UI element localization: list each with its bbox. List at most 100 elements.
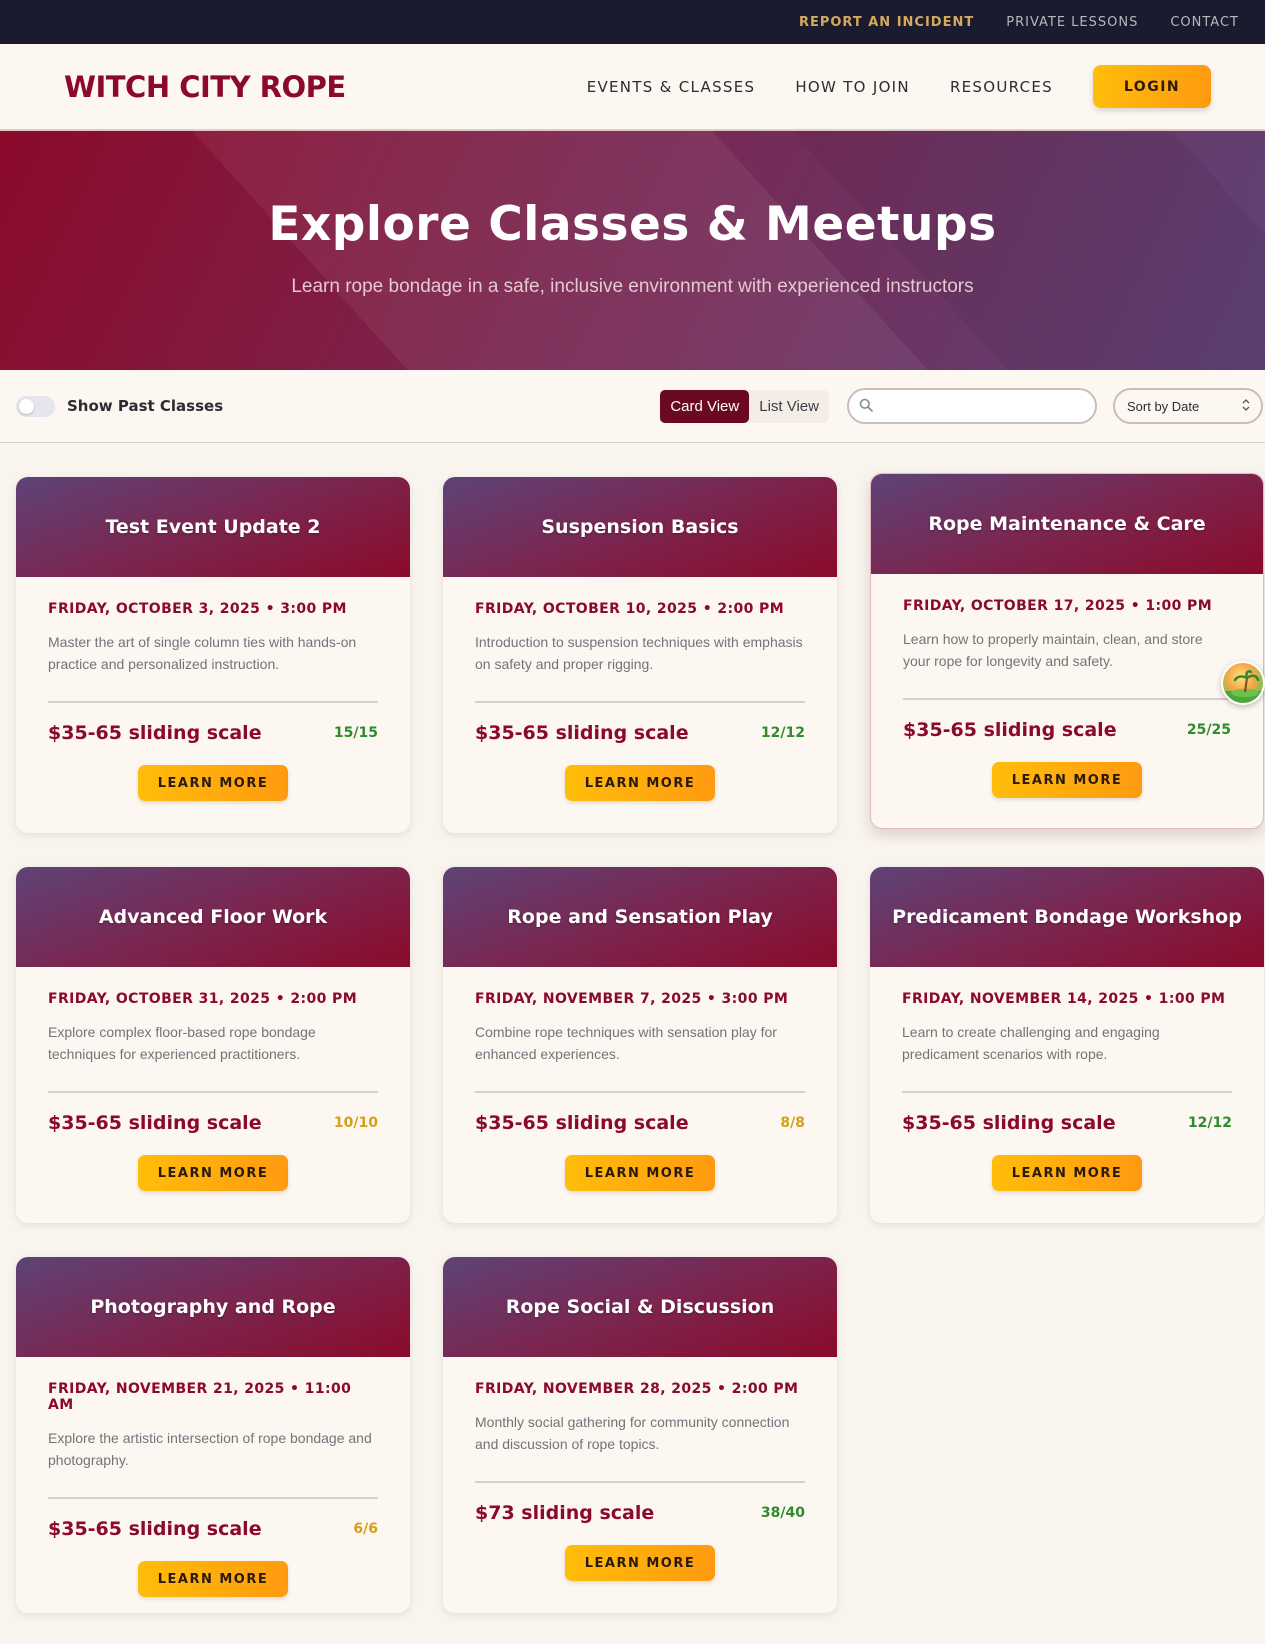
event-date: FRIDAY, OCTOBER 17, 2025 • 1:00 PM: [903, 598, 1213, 614]
event-price-row: $35-65 sliding scale 8/8: [475, 1112, 805, 1134]
contact-link[interactable]: CONTACT: [1170, 15, 1239, 30]
event-price-row: $35-65 sliding scale 12/12: [902, 1112, 1232, 1134]
event-card[interactable]: Test Event Update 2 FRIDAY, OCTOBER 3, 2…: [16, 477, 410, 833]
page-title: Explore Classes & Meetups: [268, 197, 997, 252]
learn-more-button[interactable]: LEARN MORE: [565, 765, 715, 801]
report-incident-link[interactable]: REPORT AN INCIDENT: [799, 15, 974, 30]
event-card-title: Rope and Sensation Play: [443, 867, 837, 967]
card-view-button[interactable]: Card View: [660, 389, 750, 423]
event-card-title: Suspension Basics: [443, 477, 837, 577]
event-price-row: $35-65 sliding scale 6/6: [48, 1518, 378, 1540]
search-box: [847, 388, 1097, 424]
event-capacity: 25/25: [1186, 722, 1231, 738]
login-button[interactable]: LOGIN: [1093, 65, 1211, 108]
list-view-button[interactable]: List View: [749, 390, 829, 423]
event-card-body: FRIDAY, NOVEMBER 7, 2025 • 3:00 PM Combi…: [443, 967, 837, 1191]
assistant-avatar-icon[interactable]: [1221, 661, 1265, 705]
event-card[interactable]: Rope and Sensation Play FRIDAY, NOVEMBER…: [443, 867, 837, 1223]
event-price: $35-65 sliding scale: [48, 1518, 262, 1540]
event-card[interactable]: Advanced Floor Work FRIDAY, OCTOBER 31, …: [16, 867, 410, 1223]
event-capacity: 15/15: [333, 725, 378, 741]
search-icon: [859, 397, 873, 416]
event-card[interactable]: Photography and Rope FRIDAY, NOVEMBER 21…: [16, 1257, 410, 1613]
event-description: Learn to create challenging and engaging…: [902, 1024, 1160, 1062]
event-price-row: $35-65 sliding scale 25/25: [903, 719, 1231, 741]
private-lessons-link[interactable]: PRIVATE LESSONS: [1006, 15, 1138, 30]
event-capacity: 12/12: [1187, 1115, 1232, 1131]
event-price-row: $73 sliding scale 38/40: [475, 1502, 805, 1524]
event-card-body: FRIDAY, OCTOBER 3, 2025 • 3:00 PM Master…: [16, 577, 410, 801]
event-card-body: FRIDAY, OCTOBER 17, 2025 • 1:00 PM Learn…: [871, 574, 1263, 798]
filter-bar: Show Past Classes Card View List View So…: [0, 370, 1265, 443]
event-card[interactable]: Predicament Bondage Workshop FRIDAY, NOV…: [870, 867, 1264, 1223]
event-price: $35-65 sliding scale: [902, 1112, 1116, 1134]
learn-more-button[interactable]: LEARN MORE: [992, 762, 1142, 798]
learn-more-button[interactable]: LEARN MORE: [565, 1545, 715, 1581]
event-capacity: 6/6: [353, 1521, 378, 1537]
event-price: $35-65 sliding scale: [48, 722, 262, 744]
card-divider: [48, 1091, 378, 1093]
event-card-body: FRIDAY, NOVEMBER 28, 2025 • 2:00 PM Mont…: [443, 1357, 837, 1581]
event-card-title: Predicament Bondage Workshop: [870, 867, 1264, 967]
event-description: Explore complex floor-based rope bondage…: [48, 1024, 316, 1062]
event-description: Introduction to suspension techniques wi…: [475, 634, 803, 672]
event-card-grid: Test Event Update 2 FRIDAY, OCTOBER 3, 2…: [16, 473, 1265, 1613]
learn-more-button[interactable]: LEARN MORE: [138, 765, 288, 801]
card-divider: [475, 701, 805, 703]
event-card-title: Photography and Rope: [16, 1257, 410, 1357]
nav-how-to-join[interactable]: HOW TO JOIN: [795, 78, 910, 96]
event-description: Learn how to properly maintain, clean, a…: [903, 631, 1203, 669]
event-date: FRIDAY, NOVEMBER 28, 2025 • 2:00 PM: [475, 1381, 799, 1397]
event-card-body: FRIDAY, OCTOBER 10, 2025 • 2:00 PM Intro…: [443, 577, 837, 801]
event-card[interactable]: Suspension Basics FRIDAY, OCTOBER 10, 20…: [443, 477, 837, 833]
event-price: $35-65 sliding scale: [48, 1112, 262, 1134]
event-date: FRIDAY, NOVEMBER 7, 2025 • 3:00 PM: [475, 991, 789, 1007]
event-card[interactable]: Rope Maintenance & Care FRIDAY, OCTOBER …: [870, 473, 1264, 829]
event-date: FRIDAY, OCTOBER 10, 2025 • 2:00 PM: [475, 601, 785, 617]
search-input[interactable]: [879, 392, 1079, 420]
toggle-knob: [19, 398, 34, 414]
event-price-row: $35-65 sliding scale 10/10: [48, 1112, 378, 1134]
show-past-toggle[interactable]: [16, 395, 55, 417]
card-divider: [475, 1091, 805, 1093]
learn-more-button[interactable]: LEARN MORE: [565, 1155, 715, 1191]
event-price: $35-65 sliding scale: [475, 1112, 689, 1134]
event-card[interactable]: Rope Social & Discussion FRIDAY, NOVEMBE…: [443, 1257, 837, 1613]
card-divider: [48, 1497, 378, 1499]
page-subtitle: Learn rope bondage in a safe, inclusive …: [291, 276, 974, 297]
chevron-updown-icon: [1241, 398, 1251, 415]
main-nav: EVENTS & CLASSES HOW TO JOIN RESOURCES L…: [587, 65, 1211, 108]
event-card-body: FRIDAY, NOVEMBER 21, 2025 • 11:00 AM Exp…: [16, 1357, 410, 1597]
event-price: $35-65 sliding scale: [475, 722, 689, 744]
event-date: FRIDAY, NOVEMBER 14, 2025 • 1:00 PM: [902, 991, 1226, 1007]
learn-more-button[interactable]: LEARN MORE: [992, 1155, 1142, 1191]
event-date: FRIDAY, NOVEMBER 21, 2025 • 11:00 AM: [48, 1381, 352, 1413]
site-logo[interactable]: WITCH CITY ROPE: [64, 70, 346, 104]
card-divider: [475, 1481, 805, 1483]
event-description: Explore the artistic intersection of rop…: [48, 1430, 372, 1468]
event-date: FRIDAY, OCTOBER 3, 2025 • 3:00 PM: [48, 601, 347, 617]
nav-events-classes[interactable]: EVENTS & CLASSES: [587, 78, 756, 96]
card-divider: [903, 698, 1231, 700]
event-capacity: 10/10: [333, 1115, 378, 1131]
event-price: $35-65 sliding scale: [903, 719, 1117, 741]
show-past-label: Show Past Classes: [67, 397, 224, 415]
event-description: Combine rope techniques with sensation p…: [475, 1024, 777, 1062]
event-card-title: Advanced Floor Work: [16, 867, 410, 967]
event-price: $73 sliding scale: [475, 1502, 655, 1524]
learn-more-button[interactable]: LEARN MORE: [138, 1561, 288, 1597]
event-card-body: FRIDAY, NOVEMBER 14, 2025 • 1:00 PM Lear…: [870, 967, 1264, 1191]
event-capacity: 38/40: [760, 1505, 805, 1521]
event-card-title: Rope Social & Discussion: [443, 1257, 837, 1357]
event-price-row: $35-65 sliding scale 15/15: [48, 722, 378, 744]
view-switcher: Card View List View: [660, 389, 829, 423]
site-header: WITCH CITY ROPE EVENTS & CLASSES HOW TO …: [0, 44, 1265, 131]
event-card-title: Rope Maintenance & Care: [871, 474, 1263, 574]
event-price-row: $35-65 sliding scale 12/12: [475, 722, 805, 744]
sort-select[interactable]: Sort by Date: [1113, 388, 1263, 424]
event-card-body: FRIDAY, OCTOBER 31, 2025 • 2:00 PM Explo…: [16, 967, 410, 1191]
event-capacity: 8/8: [780, 1115, 805, 1131]
learn-more-button[interactable]: LEARN MORE: [138, 1155, 288, 1191]
utility-bar: REPORT AN INCIDENT PRIVATE LESSONS CONTA…: [0, 0, 1265, 44]
nav-resources[interactable]: RESOURCES: [950, 78, 1053, 96]
